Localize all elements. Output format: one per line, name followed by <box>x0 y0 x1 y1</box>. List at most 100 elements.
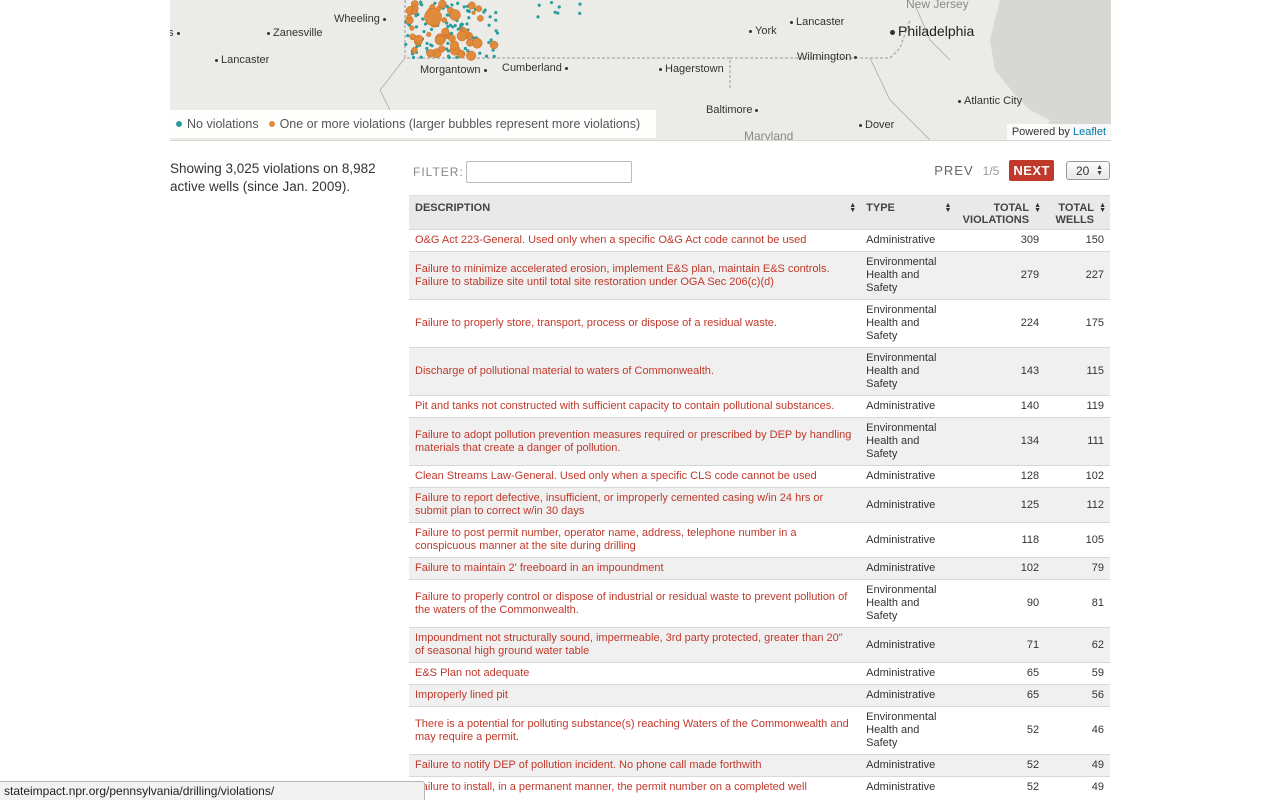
per-page-select[interactable]: 20 ▲ ▼ <box>1066 161 1110 180</box>
row-description[interactable]: O&G Act 223-General. Used only when a sp… <box>409 229 861 252</box>
row-description[interactable]: Clean Streams Law-General. Used only whe… <box>409 465 861 488</box>
map-attribution: Powered by Leaflet <box>1006 124 1111 140</box>
well-marker <box>441 17 448 23</box>
column-header-total-violations[interactable]: TOTAL VIOLATIONS ▲ ▼ <box>955 195 1046 230</box>
table-row[interactable]: Pit and tanks not constructed with suffi… <box>409 395 1110 418</box>
well-marker <box>438 45 446 53</box>
table-row[interactable]: Discharge of pollutional material to wat… <box>409 347 1110 396</box>
map-label-wheeling: Wheeling <box>334 13 389 25</box>
row-description[interactable]: There is a potential for polluting subst… <box>409 706 861 755</box>
well-marker <box>451 25 455 29</box>
well-marker <box>426 31 432 37</box>
table-row[interactable]: There is a potential for polluting subst… <box>409 706 1110 755</box>
filter-input[interactable] <box>466 161 632 183</box>
well-marker <box>406 14 412 20</box>
row-description[interactable]: Failure to properly control or dispose o… <box>409 579 861 628</box>
row-description[interactable]: Failure to minimize accelerated erosion,… <box>409 251 861 300</box>
row-total-wells: 59 <box>1045 662 1110 685</box>
row-total-violations: 118 <box>955 522 1046 558</box>
table-row[interactable]: Failure to report defective, insufficien… <box>409 487 1110 523</box>
well-marker <box>446 41 450 45</box>
well-marker <box>429 43 433 47</box>
pagination: PREV 1/5 NEXT 20 ▲ ▼ <box>934 160 1110 181</box>
well-marker <box>456 30 468 42</box>
well-marker <box>456 1 460 5</box>
table-row[interactable]: Failure to post permit number, operator … <box>409 522 1110 558</box>
map-label-york: York <box>746 25 777 37</box>
row-total-wells: 150 <box>1045 229 1110 252</box>
legend-violations: One or more violations (larger bubbles r… <box>268 117 640 131</box>
table-row[interactable]: Failure to minimize accelerated erosion,… <box>409 251 1110 300</box>
leaflet-link[interactable]: Leaflet <box>1073 126 1106 138</box>
row-description[interactable]: Failure to properly store, transport, pr… <box>409 299 861 348</box>
table-row[interactable]: Failure to adopt pollution prevention me… <box>409 417 1110 466</box>
well-marker <box>475 5 483 12</box>
row-description[interactable]: E&S Plan not adequate <box>409 662 861 685</box>
row-total-wells: 115 <box>1045 347 1110 396</box>
well-marker <box>462 5 466 9</box>
row-total-violations: 90 <box>955 579 1046 628</box>
well-marker <box>404 42 408 46</box>
table-row[interactable]: Failure to maintain 2' freeboard in an i… <box>409 557 1110 580</box>
row-total-violations: 52 <box>955 706 1046 755</box>
row-description[interactable]: Failure to report defective, insufficien… <box>409 487 861 523</box>
well-marker <box>424 8 442 26</box>
column-header-total-wells[interactable]: TOTAL WELLS ▲ ▼ <box>1045 195 1110 230</box>
row-total-violations: 128 <box>955 465 1046 488</box>
row-total-wells: 175 <box>1045 299 1110 348</box>
row-description[interactable]: Failure to post permit number, operator … <box>409 522 861 558</box>
well-marker <box>537 3 541 7</box>
map-label-morgantown: Morgantown <box>420 64 490 76</box>
row-total-violations: 279 <box>955 251 1046 300</box>
table-row[interactable]: Failure to install, in a permanent manne… <box>409 776 1110 799</box>
row-description[interactable]: Discharge of pollutional material to wat… <box>409 347 861 396</box>
map-label-hagerstown: Hagerstown <box>656 63 724 75</box>
map-label-lancaster-pa: Lancaster <box>787 16 844 28</box>
row-type: Environmental Health and Safety <box>860 251 956 300</box>
well-marker <box>484 54 489 58</box>
well-marker <box>456 49 466 59</box>
table-row[interactable]: Improperly lined pit Administrative 65 56 <box>409 684 1110 707</box>
map-label-philadelphia: Philadelphia <box>887 24 974 38</box>
table-row[interactable]: Impoundment not structurally sound, impe… <box>409 627 1110 663</box>
row-type: Administrative <box>860 662 956 685</box>
row-total-violations: 102 <box>955 557 1046 580</box>
row-type: Administrative <box>860 776 956 799</box>
well-marker <box>446 49 450 53</box>
sort-icon: ▲ ▼ <box>849 202 857 214</box>
well-marker <box>411 8 417 15</box>
well-marker <box>411 46 418 54</box>
next-button[interactable]: NEXT <box>1009 160 1054 181</box>
table-row[interactable]: Failure to properly store, transport, pr… <box>409 299 1110 348</box>
column-header-description[interactable]: DESCRIPTION ▲ ▼ <box>409 195 861 230</box>
sort-icon: ▲ ▼ <box>944 202 952 214</box>
row-description[interactable]: Failure to adopt pollution prevention me… <box>409 417 861 466</box>
column-header-type[interactable]: TYPE ▲ ▼ <box>860 195 956 230</box>
row-total-violations: 125 <box>955 487 1046 523</box>
row-type: Environmental Health and Safety <box>860 706 956 755</box>
table-row[interactable]: Clean Streams Law-General. Used only whe… <box>409 465 1110 488</box>
table-row[interactable]: Failure to properly control or dispose o… <box>409 579 1110 628</box>
table-row[interactable]: Failure to notify DEP of pollution incid… <box>409 754 1110 777</box>
row-description[interactable]: Failure to maintain 2' freeboard in an i… <box>409 557 861 580</box>
map-label-cumberland: Cumberland <box>502 62 571 74</box>
row-description[interactable]: Improperly lined pit <box>409 684 861 707</box>
row-type: Environmental Health and Safety <box>860 299 956 348</box>
browser-status-bar: stateimpact.npr.org/pennsylvania/drillin… <box>0 781 425 800</box>
table-row[interactable]: E&S Plan not adequate Administrative 65 59 <box>409 662 1110 685</box>
table-row[interactable]: O&G Act 223-General. Used only when a sp… <box>409 229 1110 252</box>
row-description[interactable]: Impoundment not structurally sound, impe… <box>409 627 861 663</box>
violations-map[interactable]: New Jersey Wheeling Lancaster York Phila… <box>170 0 1111 141</box>
prev-button[interactable]: PREV <box>934 163 973 178</box>
row-description[interactable]: Failure to notify DEP of pollution incid… <box>409 754 861 777</box>
well-marker <box>429 27 434 31</box>
row-type: Environmental Health and Safety <box>860 347 956 396</box>
well-marker <box>434 34 446 46</box>
well-marker <box>449 9 461 21</box>
row-total-violations: 71 <box>955 627 1046 663</box>
well-marker <box>406 34 410 38</box>
row-total-wells: 62 <box>1045 627 1110 663</box>
row-description[interactable]: Pit and tanks not constructed with suffi… <box>409 395 861 418</box>
row-total-violations: 52 <box>955 754 1046 777</box>
row-description[interactable]: Failure to install, in a permanent manne… <box>409 776 861 799</box>
